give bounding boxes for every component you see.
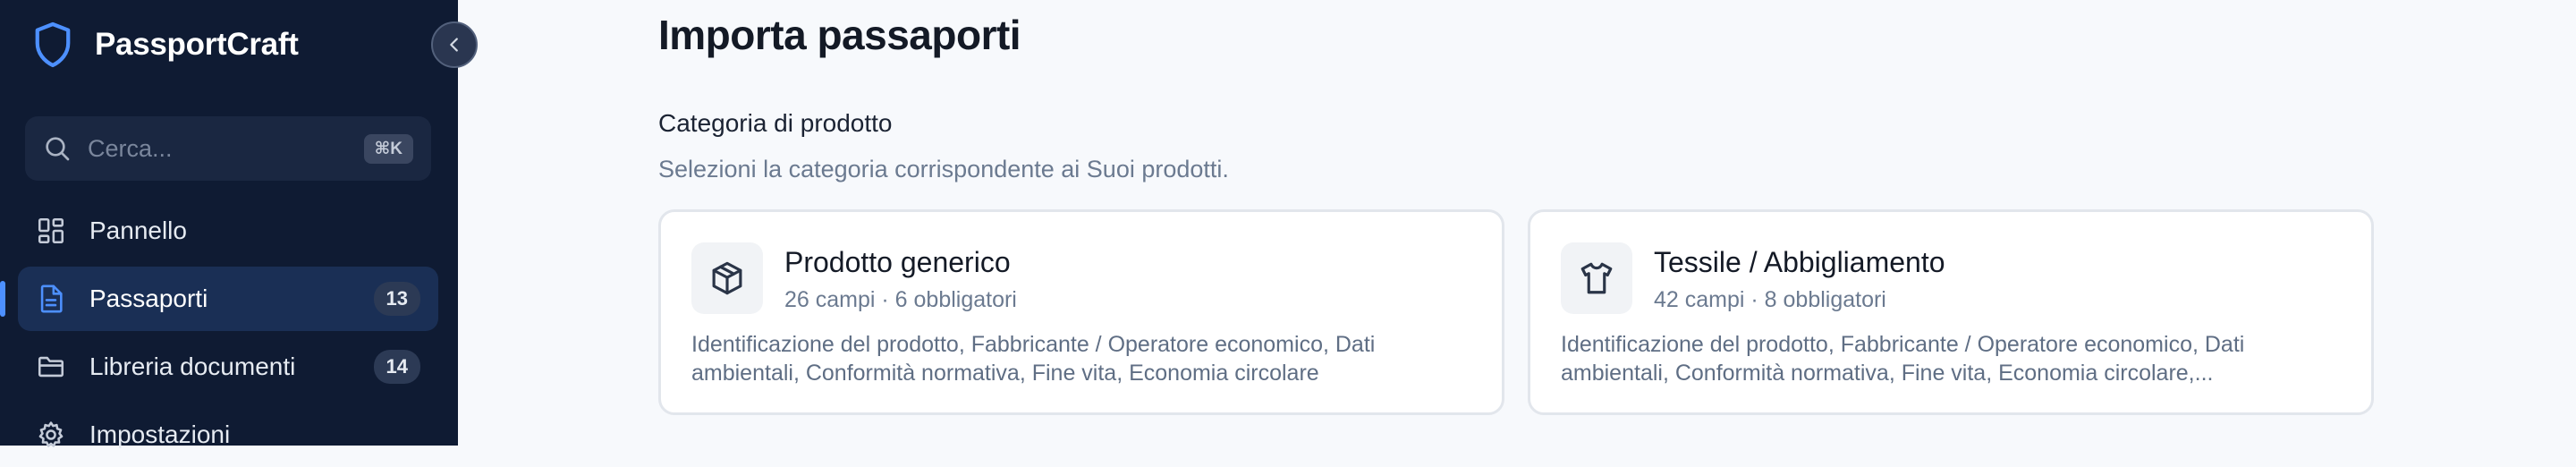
count-badge: 14 [373, 350, 420, 384]
dashboard-icon [38, 217, 64, 244]
card-meta: 26 campi · 6 obbligatori [784, 287, 1017, 312]
sidebar-item-libreria-documenti[interactable]: Libreria documenti 14 [18, 335, 438, 399]
brand[interactable]: PassportCraft [32, 18, 299, 72]
category-card-textile[interactable]: Tessile / Abbigliamento 42 campi · 8 obb… [1528, 209, 2374, 415]
category-card-generic[interactable]: Prodotto generico 26 campi · 6 obbligato… [658, 209, 1504, 415]
card-icon-container [1561, 242, 1632, 314]
brand-name: PassportCraft [95, 27, 299, 62]
card-description: Identificazione del prodotto, Fabbricant… [1561, 332, 2245, 386]
page-title: Importa passaporti [658, 12, 1021, 58]
search-icon [46, 137, 70, 161]
folder-icon [38, 356, 64, 378]
count-badge: 13 [373, 282, 420, 316]
active-indicator [0, 281, 5, 317]
card-title: Prodotto generico [784, 246, 1011, 278]
sidebar-item-label: Libreria documenti [89, 352, 296, 380]
main-content: Importa passaporti Categoria di prodotto… [458, 0, 2576, 446]
shield-icon [35, 21, 71, 68]
sidebar-item-impostazioni[interactable]: Impostazioni [18, 403, 438, 467]
package-icon [712, 261, 742, 295]
sidebar: PassportCraft Cerca... ⌘K Pannello Passa… [0, 0, 458, 448]
sidebar-item-label: Pannello [89, 217, 187, 244]
sidebar-item-pannello[interactable]: Pannello [18, 199, 438, 263]
search-shortcut-badge: ⌘K [363, 133, 413, 164]
chevron-left-icon [450, 38, 458, 52]
card-icon-container [691, 242, 763, 314]
sidebar-item-label: Impostazioni [89, 420, 231, 448]
card-description: Identificazione del prodotto, Fabbricant… [691, 332, 1376, 386]
document-icon [40, 284, 63, 313]
search-input[interactable]: Cerca... [88, 135, 364, 163]
sidebar-item-label: Passaporti [89, 284, 208, 312]
section-subtitle: Selezioni la categoria corrispondente ai… [658, 156, 1229, 183]
shirt-icon [1580, 262, 1613, 294]
section-title: Categoria di prodotto [658, 109, 893, 137]
collapse-sidebar-button[interactable] [431, 21, 478, 68]
card-meta: 42 campi · 8 obbligatori [1654, 287, 1886, 312]
search-box[interactable]: Cerca... ⌘K [25, 116, 431, 181]
card-title: Tessile / Abbigliamento [1654, 246, 1945, 278]
sidebar-item-passaporti[interactable]: Passaporti 13 [18, 267, 438, 331]
